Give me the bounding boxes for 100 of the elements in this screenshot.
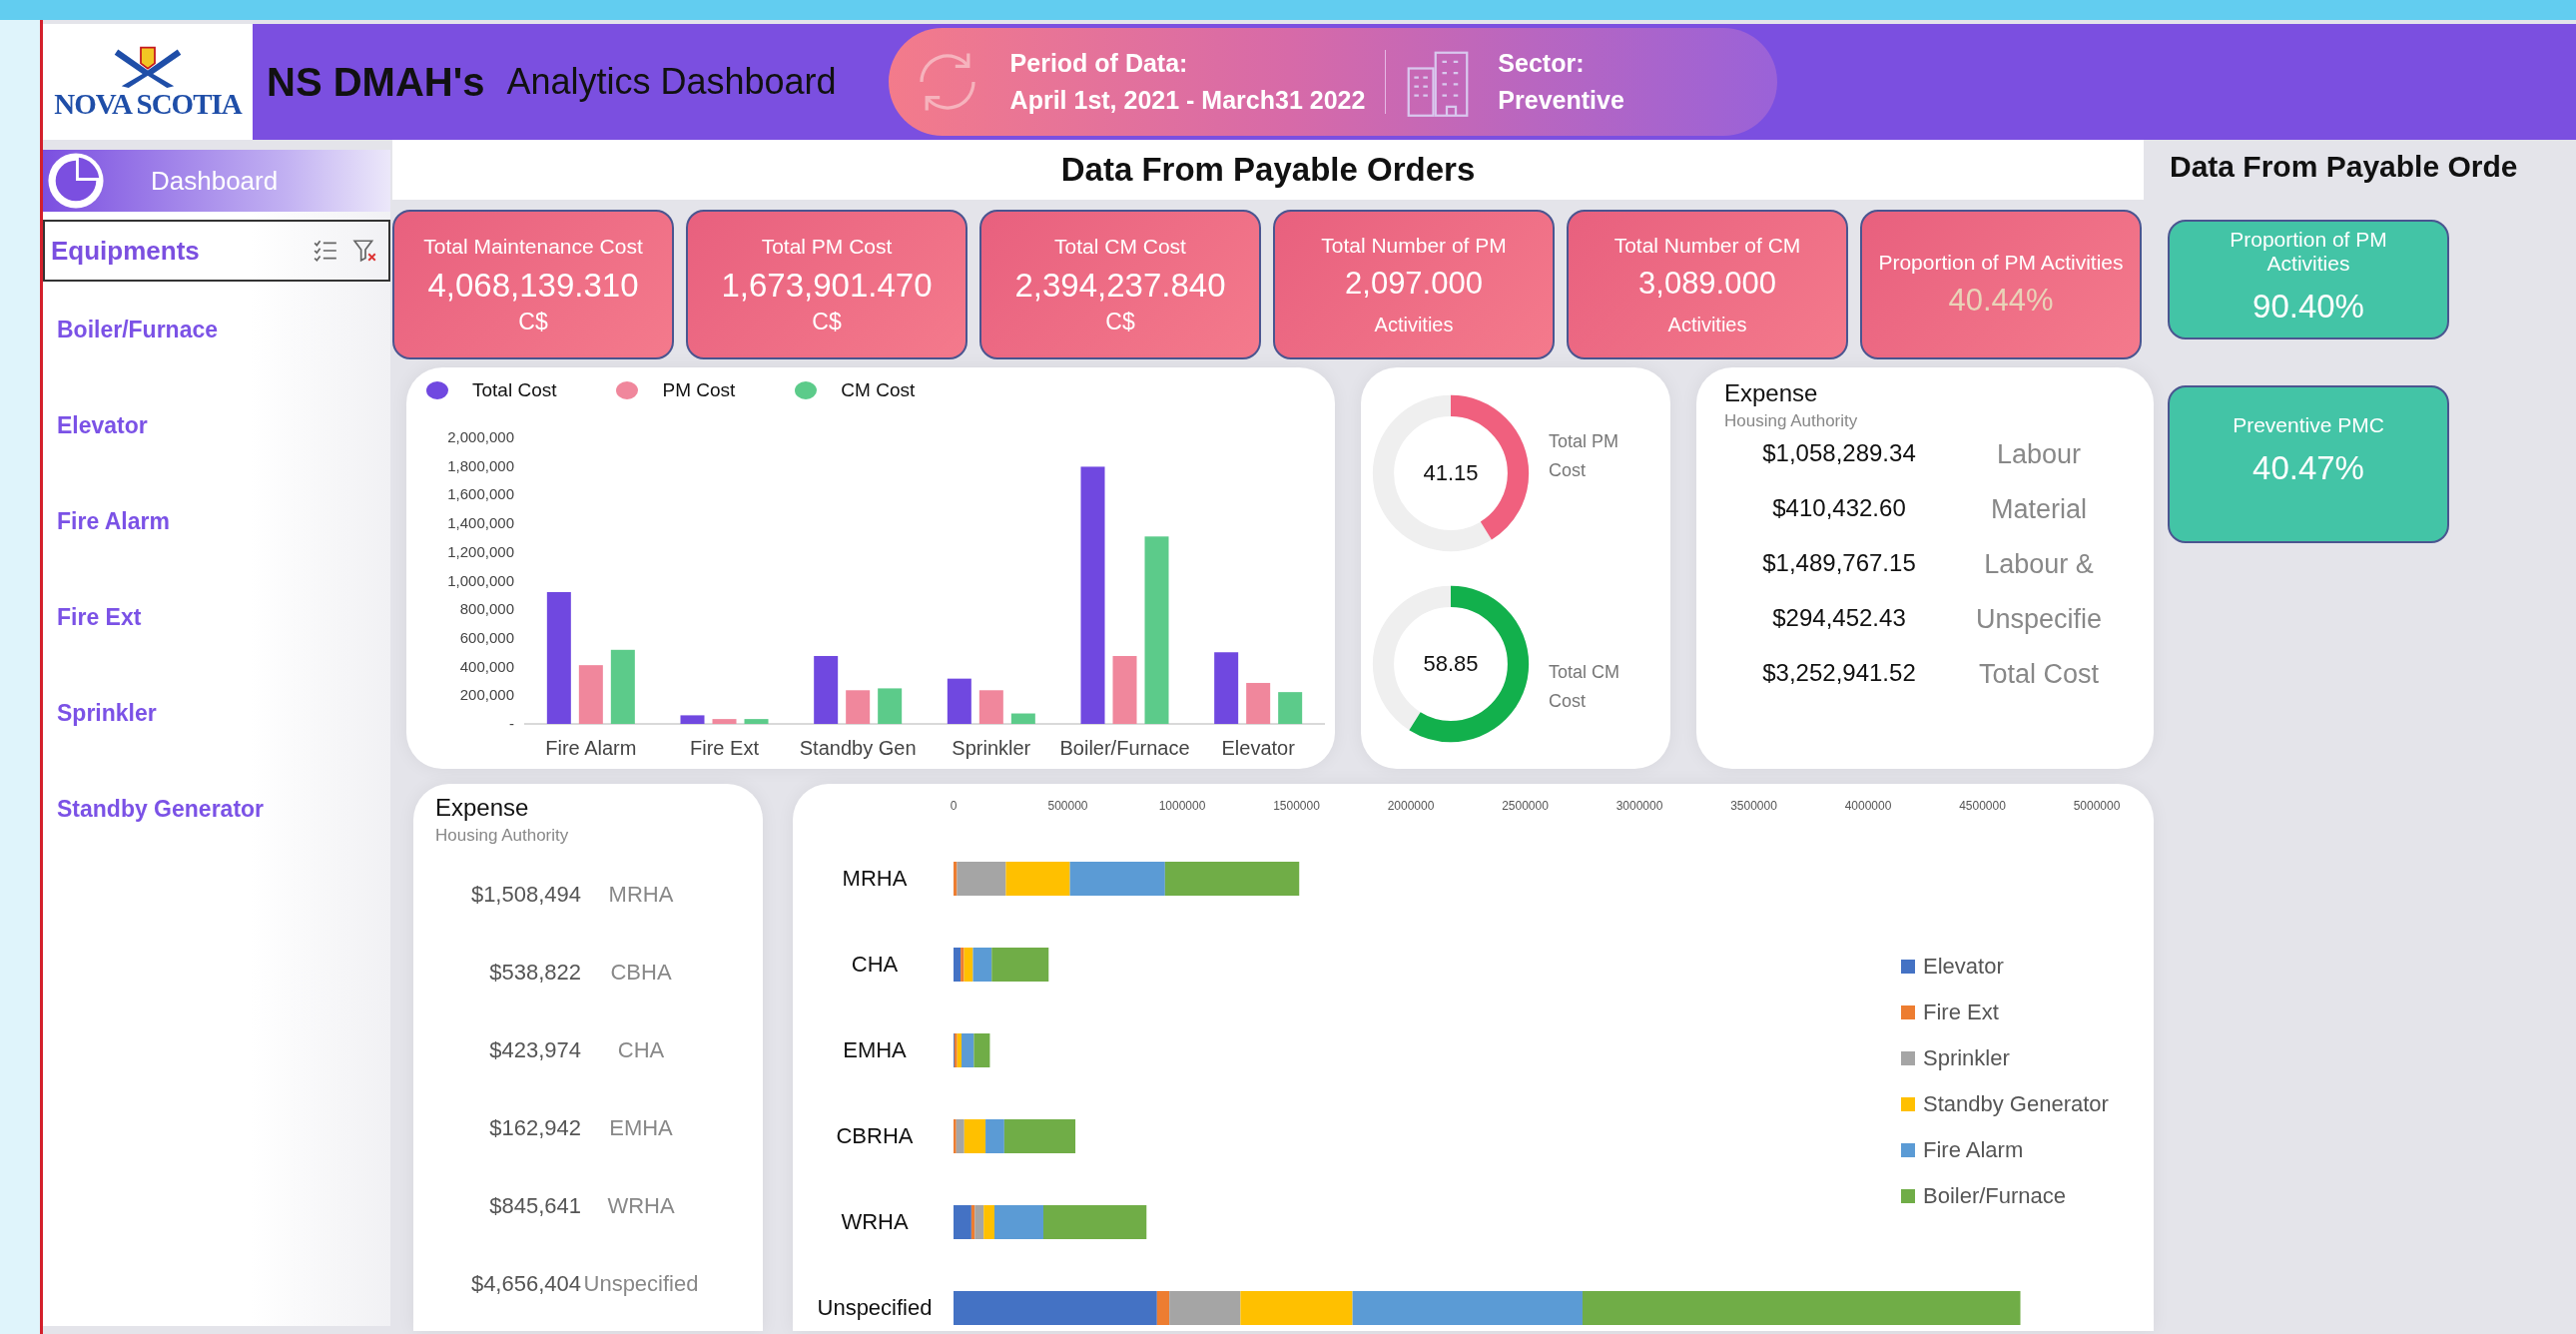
y-axis-label: WRHA (841, 1209, 909, 1234)
x-axis-label: 2000000 (1387, 799, 1435, 813)
legend-label: Fire Ext (1923, 1000, 1999, 1024)
logo-text: NOVA SCOTIA (54, 87, 242, 121)
x-axis-label: 1500000 (1273, 799, 1320, 813)
expense-title: Expense (435, 794, 530, 822)
slicer-item[interactable]: Standby Generator (43, 761, 390, 857)
slicer-item[interactable]: Sprinkler (43, 665, 390, 761)
kpi-title: Proportion of PM Activities (1878, 251, 2124, 275)
y-axis-label: CBRHA (836, 1123, 914, 1148)
expense-subtitle: Housing Authority (1724, 411, 1859, 431)
kpi-unit: Activities (1667, 313, 1747, 336)
expense-subtitle: Housing Authority (435, 826, 570, 846)
slicer-title: Equipments (51, 235, 201, 267)
kpi-value: 40.44% (1948, 283, 2054, 319)
x-axis-label: Fire Alarm (545, 737, 637, 759)
y-axis-label: - (509, 715, 514, 732)
gauge-value: 41.15 (1423, 459, 1479, 486)
expense-amount: $3,252,941.52 (1761, 659, 1917, 688)
kpi-value: 90.40% (2253, 288, 2364, 326)
kpi-title: Total CM Cost (1054, 234, 1186, 259)
slicer-item[interactable]: Fire Alarm (43, 473, 390, 569)
expense-type: Unspecifie (1974, 604, 2104, 635)
kpi-unit: C$ (812, 308, 842, 335)
dashboard-subtitle: Analytics Dashboard (506, 61, 837, 103)
x-axis-label: 3000000 (1615, 799, 1663, 813)
slicer-item[interactable]: Elevator (43, 377, 390, 473)
authority-name: WRHA (606, 1193, 676, 1219)
x-axis-label: 3500000 (1730, 799, 1777, 813)
x-axis-label: 5000000 (2073, 799, 2121, 813)
sector-value: Preventive (1498, 86, 1624, 115)
kpi-title: Preventive PMC (2232, 413, 2385, 437)
kpi-title: Total Number of PM (1321, 233, 1507, 258)
y-axis-label: CHA (851, 952, 899, 977)
x-axis-label: Standby Gen (799, 737, 917, 759)
x-axis-label: 1000000 (1158, 799, 1206, 813)
y-axis-label: 1,800,000 (447, 456, 514, 474)
section-title: Data From Payable Orders (392, 140, 2144, 200)
expense-type: Total Cost (1977, 659, 2101, 690)
expense-amount: $538,822 (488, 960, 581, 986)
expense-amount: $845,641 (488, 1193, 581, 1219)
x-axis-label: 2500000 (1502, 799, 1549, 813)
legend-label: Fire Alarm (1923, 1137, 2024, 1162)
x-axis-label: Fire Ext (690, 737, 759, 759)
y-axis-label: 1,000,000 (447, 571, 514, 589)
y-axis-label: 800,000 (459, 600, 514, 618)
y-axis-label: 1,200,000 (447, 542, 514, 560)
x-axis-label: Sprinkler (952, 737, 1031, 759)
kpi-title: Proportion of PM Activities (2229, 228, 2388, 276)
authority-name: EMHA (608, 1115, 674, 1141)
legend-label: PM Cost (662, 379, 736, 401)
x-axis-label: 500000 (1047, 799, 1088, 813)
y-axis-label: 600,000 (459, 628, 514, 646)
authority-name: CHA (616, 1037, 666, 1063)
x-axis-label: 4500000 (1959, 799, 2006, 813)
y-axis-label: EMHA (843, 1037, 907, 1062)
dashboard-tab[interactable]: Dashboard (43, 150, 390, 212)
kpi-unit: C$ (518, 308, 548, 335)
expense-type: Labour (1995, 439, 2083, 470)
kpi-value: 3,089.000 (1638, 265, 1776, 302)
kpi-unit: C$ (1105, 308, 1135, 335)
x-axis-label: 0 (950, 799, 958, 813)
expense-amount: $162,942 (488, 1115, 581, 1141)
period-label: Period of Data: (1009, 49, 1189, 78)
expense-amount: $1,508,494 (469, 882, 581, 908)
expense-title: Expense (1724, 379, 1819, 407)
expense-type: Labour & (1983, 549, 2095, 580)
authority-name: Unspecified (582, 1271, 700, 1297)
slicer-item[interactable]: Fire Ext (43, 569, 390, 665)
sector-label: Sector: (1498, 49, 1586, 78)
gauge-label: Total PM Cost (1549, 429, 1620, 482)
authority-name: CBHA (609, 960, 673, 986)
dashboard-title: NS DMAH's (267, 59, 485, 105)
legend-label: Sprinkler (1923, 1045, 2010, 1070)
gauge-value: 58.85 (1423, 650, 1479, 677)
expense-amount: $410,432.60 (1771, 494, 1907, 523)
legend-label: CM Cost (841, 379, 916, 401)
expense-type: Material (1990, 494, 2088, 525)
x-axis-label: Elevator (1221, 737, 1295, 759)
legend-label: Total Cost (472, 379, 557, 401)
kpi-value: 1,673,901.470 (721, 266, 933, 305)
x-axis-label: 4000000 (1844, 799, 1892, 813)
slicer-item[interactable]: Boiler/Furnace (43, 282, 390, 377)
kpi-unit: Activities (1374, 313, 1454, 336)
gauge-label: Total CM Cost (1549, 660, 1620, 713)
legend-label: Boiler/Furnace (1923, 1183, 2067, 1208)
authority-name: MRHA (607, 882, 675, 908)
kpi-value: 2,097.000 (1345, 265, 1483, 302)
y-axis-label: MRHA (842, 866, 908, 891)
y-axis-label: 1,600,000 (447, 485, 514, 503)
expense-amount: $1,058,289.34 (1761, 439, 1917, 468)
y-axis-label: 200,000 (459, 686, 514, 704)
section-title: Data From Payable Orde (2170, 150, 2519, 185)
expense-amount: $423,974 (488, 1037, 581, 1063)
kpi-value: 40.47% (2253, 449, 2364, 487)
y-axis-label: 1,400,000 (447, 514, 514, 532)
y-axis-label: 2,000,000 (447, 428, 514, 445)
expense-amount: $1,489,767.15 (1761, 549, 1917, 578)
kpi-value: 4,068,139.310 (427, 266, 639, 305)
y-axis-label: Unspecified (817, 1295, 933, 1320)
